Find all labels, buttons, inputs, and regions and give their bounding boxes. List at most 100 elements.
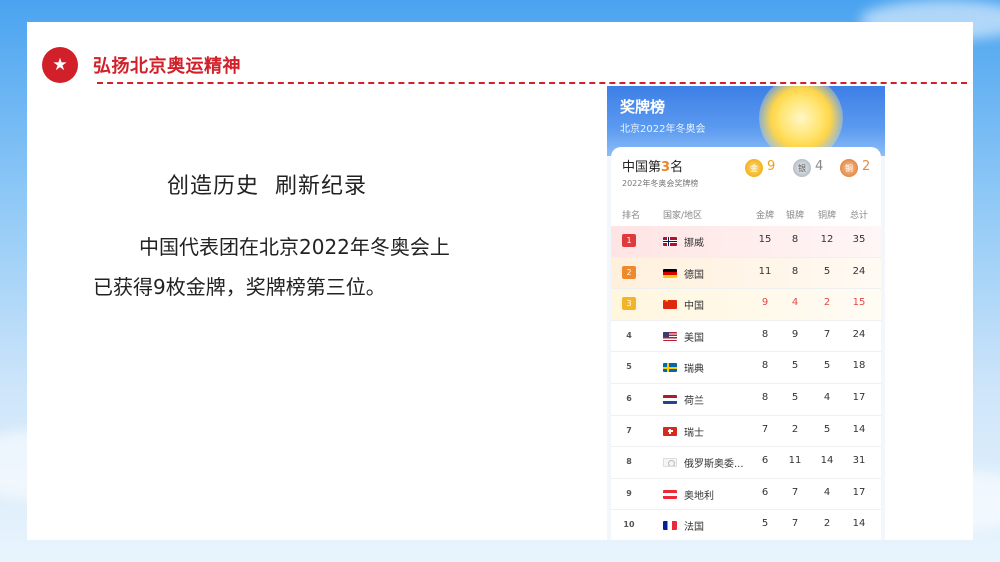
table-row[interactable]: 6 荷兰 8 5 4 17 — [611, 384, 881, 416]
gold-cell: 7 — [761, 423, 769, 435]
nation-name: 中国 — [684, 301, 704, 313]
total-cell: 14 — [852, 423, 866, 435]
total-cell: 35 — [852, 234, 866, 245]
austria-flag-icon — [663, 489, 677, 499]
table-header: 排名 国家/地区 金牌 银牌 铜牌 总计 — [611, 208, 881, 224]
rank-number: 3 — [661, 160, 671, 175]
bronze-cell: 2 — [823, 518, 831, 530]
germany-flag-icon — [663, 268, 677, 278]
total-cell: 24 — [852, 265, 866, 277]
silver-cell: 11 — [788, 455, 802, 467]
gold-cell: 9 — [761, 297, 769, 309]
gold-cell: 6 — [761, 486, 769, 498]
rank-badge: 3 — [622, 297, 636, 311]
medal-rows: 1 挪威 15 8 12 35 2 德国 11 8 5 24 3 ★ 中国 9 … — [611, 226, 881, 540]
bronze-cell: 2 — [823, 297, 831, 309]
table-row[interactable]: 2 德国 11 8 5 24 — [611, 257, 881, 290]
silver-cell: 4 — [791, 297, 799, 309]
china-rank-title: 中国第3名 — [622, 156, 683, 175]
bronze-cell: 4 — [823, 391, 831, 403]
subheading: 创造历史 刷新纪录 — [167, 174, 367, 199]
header-silver: 银牌 — [785, 211, 804, 221]
rank-badge: 2 — [622, 265, 636, 279]
body-paragraph: 中国代表团在北京2022年冬奥会上已获得9枚金牌，奖牌榜第三位。 — [93, 235, 450, 299]
roc-flag-icon — [663, 458, 677, 468]
norway-flag-icon — [663, 237, 677, 246]
gold-cell: 11 — [758, 265, 772, 277]
gold-cell: 8 — [761, 391, 769, 403]
header-total: 总计 — [849, 211, 868, 221]
header-rank: 排名 — [622, 211, 641, 221]
nation-name: 荷兰 — [684, 395, 704, 407]
table-row[interactable]: 3 中国 9 4 2 15 — [611, 289, 881, 321]
silver-cell: 8 — [791, 265, 799, 277]
gold-cell: 6 — [761, 455, 769, 467]
header-bronze: 铜牌 — [817, 211, 836, 221]
silver-medal-icon: 银 — [793, 159, 811, 177]
table-row[interactable]: 4 美国 8 9 7 24 — [611, 321, 881, 353]
rank-badge: 1 — [622, 234, 636, 247]
table-row[interactable]: 7 瑞士 7 2 5 14 — [611, 416, 881, 448]
panel-header: 奖牌榜 北京2022年冬奥会 — [607, 86, 885, 160]
silver-cell: 5 — [791, 360, 799, 372]
total-cell: 17 — [852, 391, 866, 403]
rank-badge: 4 — [626, 330, 632, 340]
silver-cell: 9 — [791, 328, 799, 340]
gold-cell: 15 — [758, 234, 772, 245]
total-cell: 24 — [852, 328, 866, 340]
silver-cell: 7 — [791, 518, 799, 530]
china-flag-icon — [663, 300, 677, 310]
total-cell: 17 — [852, 486, 866, 498]
header-nation: 国家/地区 — [663, 211, 703, 221]
bronze-medal-icon: 铜 — [840, 159, 858, 177]
rank-badge: 6 — [626, 393, 632, 403]
rank-badge: 5 — [626, 362, 632, 372]
rank-badge: 7 — [626, 425, 632, 435]
sweden-flag-icon — [663, 363, 677, 373]
gold-medal-icon: 金 — [745, 159, 763, 177]
total-cell: 31 — [852, 455, 866, 467]
switzerland-flag-icon — [663, 426, 677, 436]
table-row[interactable]: 9 奥地利 6 7 4 17 — [611, 479, 881, 511]
usa-flag-icon — [663, 331, 677, 341]
header-gold: 金牌 — [755, 211, 774, 221]
nation-name: 德国 — [684, 269, 704, 281]
gold-cell: 8 — [761, 328, 769, 340]
nation-name: 俄罗斯奥委... — [684, 459, 744, 471]
gold-cell: 8 — [761, 360, 769, 372]
total-cell: 15 — [852, 297, 866, 309]
slide-content: ★ 弘扬北京奥运精神 创造历史 刷新纪录 中国代表团在北京2022年冬奥会上已获… — [27, 22, 973, 540]
bronze-cell: 14 — [820, 455, 834, 467]
nation-name: 瑞典 — [684, 364, 704, 376]
rank-badge: 10 — [623, 520, 635, 530]
nation-name: 奥地利 — [684, 490, 714, 502]
bronze-count: 2 — [862, 159, 871, 174]
star-icon: ★ — [42, 47, 78, 83]
netherlands-flag-icon — [663, 394, 677, 404]
rank-badge: 9 — [626, 488, 632, 498]
bronze-cell: 7 — [823, 328, 831, 340]
silver-cell: 7 — [791, 486, 799, 498]
total-cell: 14 — [852, 518, 866, 530]
rank-subtitle: 2022年冬奥会奖牌榜 — [622, 179, 699, 188]
gold-cell: 5 — [761, 518, 769, 530]
silver-count: 4 — [815, 159, 824, 174]
medal-table-screenshot: 奖牌榜 北京2022年冬奥会 中国第3名 2022年冬奥会奖牌榜 金 9 银 4… — [607, 86, 885, 540]
france-flag-icon — [663, 521, 677, 531]
section-title: 弘扬北京奥运精神 — [93, 56, 241, 77]
silver-cell: 5 — [791, 391, 799, 403]
rank-title-suffix: 名 — [670, 160, 684, 175]
table-row[interactable]: 10 法国 5 7 2 14 — [611, 510, 881, 540]
bronze-cell: 5 — [823, 423, 831, 435]
silver-cell: 8 — [791, 234, 799, 245]
medal-card: 中国第3名 2022年冬奥会奖牌榜 金 9 银 4 铜 2 排名 国家/地区 金… — [611, 147, 881, 540]
table-row[interactable]: 8 俄罗斯奥委... 6 11 14 31 — [611, 447, 881, 479]
rank-badge: 8 — [626, 457, 632, 467]
bronze-cell: 5 — [823, 360, 831, 372]
bronze-cell: 12 — [820, 234, 834, 245]
nation-name: 美国 — [684, 332, 704, 344]
nation-name: 瑞士 — [684, 427, 704, 439]
table-row[interactable]: 1 挪威 15 8 12 35 — [611, 226, 881, 258]
table-row[interactable]: 5 瑞典 8 5 5 18 — [611, 352, 881, 384]
panel-subtitle: 北京2022年冬奥会 — [620, 124, 706, 135]
